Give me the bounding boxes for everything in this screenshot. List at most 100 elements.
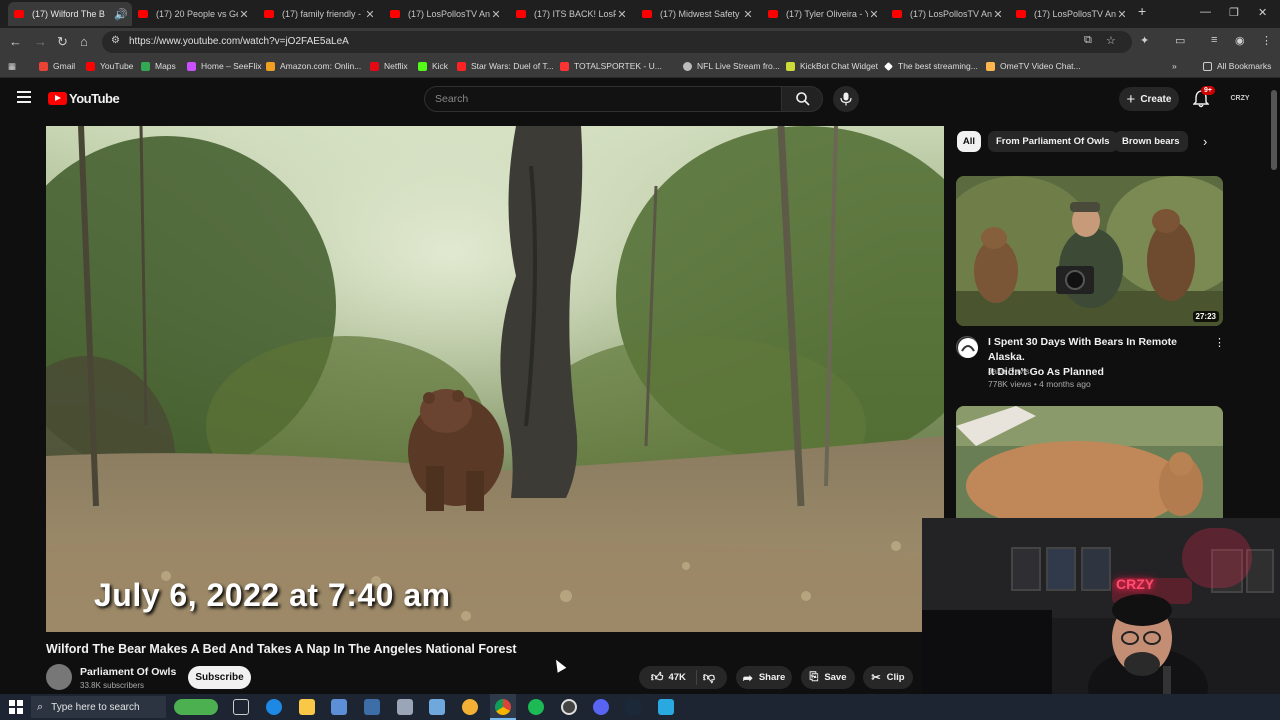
bookmark-star-icon[interactable]: ☆ (1106, 34, 1116, 47)
bookmark-streaming[interactable]: The best streaming... (884, 61, 978, 71)
page-scrollbar[interactable] (1271, 90, 1277, 170)
menu-kebab-icon[interactable]: ⋮ (1261, 34, 1272, 47)
news-widget-icon[interactable] (174, 699, 218, 715)
browser-tab[interactable]: (17) Tyler Oliveira - Yo ✕ (762, 2, 886, 26)
bookmark-totalsportek[interactable]: TOTALSPORTEK - U... (560, 61, 662, 71)
kickbot-icon (786, 61, 795, 71)
like-dislike-group: 👍︎ 47K 👎︎ (639, 666, 727, 689)
bookmark-amazon[interactable]: Amazon.com: Onlin... (266, 61, 361, 71)
steam-icon[interactable] (625, 699, 641, 715)
bookmark-nfl[interactable]: NFL Live Stream fro... (683, 61, 780, 71)
restore-icon[interactable]: ❐ (1229, 6, 1239, 19)
account-avatar[interactable]: CRZY (1228, 92, 1252, 106)
microphone-icon (840, 92, 852, 106)
back-icon[interactable]: ← (9, 34, 22, 49)
apps-grid-icon[interactable]: ▦ (8, 61, 16, 72)
close-tab-icon[interactable]: ✕ (238, 8, 250, 21)
browser-tab[interactable]: (17) LosPollosTV And ✕ (384, 2, 508, 26)
close-tab-icon[interactable]: ✕ (992, 8, 1004, 21)
search-button[interactable] (781, 86, 823, 112)
install-app-icon[interactable]: ⧉ (1084, 34, 1092, 47)
address-bar[interactable]: ⚙ https://www.youtube.com/watch?v=jO2FAE… (102, 31, 1132, 53)
edge-icon[interactable] (266, 699, 282, 715)
home-icon[interactable]: ⌂ (80, 34, 88, 49)
bookmark-kick[interactable]: Kick (418, 61, 448, 71)
bookmarks-overflow-icon[interactable]: » (1172, 61, 1177, 71)
site-info-icon[interactable]: ⚙ (111, 35, 120, 46)
windows-start-icon[interactable] (9, 700, 23, 714)
close-tab-icon[interactable]: ✕ (364, 8, 376, 21)
bookmark-maps[interactable]: Maps (141, 61, 176, 71)
bookmark-ometv[interactable]: OmeTV Video Chat... (986, 61, 1081, 71)
app-icon[interactable] (397, 699, 413, 715)
clip-button[interactable]: ✂ Clip (863, 666, 913, 689)
app-icon[interactable] (331, 699, 347, 715)
recommendation-channel[interactable]: Jake Davis (988, 366, 1030, 376)
spotify-icon[interactable] (528, 699, 544, 715)
chevron-right-icon[interactable]: › (1203, 134, 1207, 149)
youtube-logo[interactable]: YouTube (48, 91, 120, 106)
close-window-icon[interactable]: ✕ (1258, 6, 1267, 19)
subscribe-button[interactable]: Subscribe (188, 666, 251, 689)
sidepanel-icon[interactable]: ▭ (1175, 34, 1185, 47)
all-bookmarks[interactable]: All Bookmarks (1203, 61, 1271, 71)
forward-icon[interactable]: → (34, 34, 47, 49)
thumbnail-image (956, 176, 1223, 326)
close-tab-icon[interactable]: ✕ (742, 8, 754, 21)
close-tab-icon[interactable]: ✕ (868, 8, 880, 21)
chip-from-channel[interactable]: From Parliament Of Owls (988, 131, 1118, 152)
save-button[interactable]: ⎘ Save (801, 666, 855, 689)
app-icon[interactable] (462, 699, 478, 715)
close-tab-icon[interactable]: ✕ (616, 8, 628, 21)
voice-search-button[interactable] (833, 86, 859, 112)
create-button[interactable]: + Create (1119, 87, 1179, 111)
bookmark-seeflix[interactable]: Home – SeeFlix (187, 61, 261, 71)
extensions-icon[interactable]: ✦ (1140, 34, 1149, 47)
browser-tab[interactable]: (17) Wilford The B 🔊 (8, 2, 132, 26)
dislike-button[interactable]: 👎︎ (703, 670, 715, 685)
hamburger-menu-icon[interactable] (17, 91, 31, 103)
notifications-button[interactable]: 9+ (1192, 86, 1215, 113)
profile-icon[interactable]: ◉ (1235, 34, 1245, 47)
share-button[interactable]: ➦ Share (736, 666, 792, 689)
discord-icon[interactable] (593, 699, 609, 715)
channel-avatar[interactable] (46, 664, 72, 690)
close-tab-icon[interactable]: ✕ (1116, 8, 1128, 21)
taskbar-search[interactable]: ⌕ Type here to search (31, 696, 166, 718)
chip-brown-bears[interactable]: Brown bears (1114, 131, 1188, 152)
recommendation-thumbnail[interactable] (956, 406, 1223, 518)
app-icon[interactable] (429, 699, 445, 715)
close-tab-icon[interactable]: ✕ (490, 8, 502, 21)
bookmark-youtube[interactable]: YouTube (86, 61, 133, 71)
bookmark-starwars[interactable]: Star Wars: Duel of T... (457, 61, 554, 71)
new-tab-icon[interactable]: + (1138, 3, 1146, 19)
minimize-icon[interactable]: — (1200, 6, 1211, 18)
browser-tab[interactable]: (17) 20 People vs Gen ✕ (132, 2, 256, 26)
browser-tab[interactable]: (17) family friendly - Y ✕ (258, 2, 382, 26)
creator-avatar[interactable] (956, 336, 978, 358)
search-input[interactable]: Search (424, 86, 782, 112)
browser-tab[interactable]: (17) ITS BACK! LosPoll✕ (510, 2, 634, 26)
browser-tab[interactable]: (17) LosPollosTV And ✕ (886, 2, 1010, 26)
bookmark-gmail[interactable]: Gmail (39, 61, 75, 71)
channel-name[interactable]: Parliament Of Owls (80, 666, 176, 678)
chrome-taskbar-button[interactable] (490, 694, 516, 720)
more-actions-icon[interactable]: ⋮ (1214, 336, 1225, 349)
like-button[interactable]: 👍︎ 47K (651, 670, 697, 685)
chip-all[interactable]: All (957, 131, 981, 152)
browser-tab[interactable]: (17) LosPollosTV And ✕ (1010, 2, 1134, 26)
recommendation-thumbnail[interactable]: 27:23 (956, 176, 1223, 326)
app-icon[interactable] (658, 699, 674, 715)
file-explorer-icon[interactable] (299, 699, 315, 715)
close-tab-icon[interactable]: 🔊 (114, 8, 128, 21)
task-view-icon[interactable] (233, 699, 249, 715)
bookmark-kickbot[interactable]: KickBot Chat Widget (786, 61, 878, 71)
video-player[interactable]: July 6, 2022 at 7:40 am (46, 126, 944, 632)
bookmark-netflix[interactable]: Netflix (370, 61, 408, 71)
starwars-icon (457, 61, 466, 71)
browser-tab[interactable]: (17) Midwest Safety - ✕ (636, 2, 760, 26)
calculator-icon[interactable] (364, 699, 380, 715)
obs-icon[interactable] (561, 699, 577, 715)
reload-icon[interactable]: ↻ (57, 34, 68, 50)
media-icon[interactable]: ≡ (1211, 34, 1217, 46)
